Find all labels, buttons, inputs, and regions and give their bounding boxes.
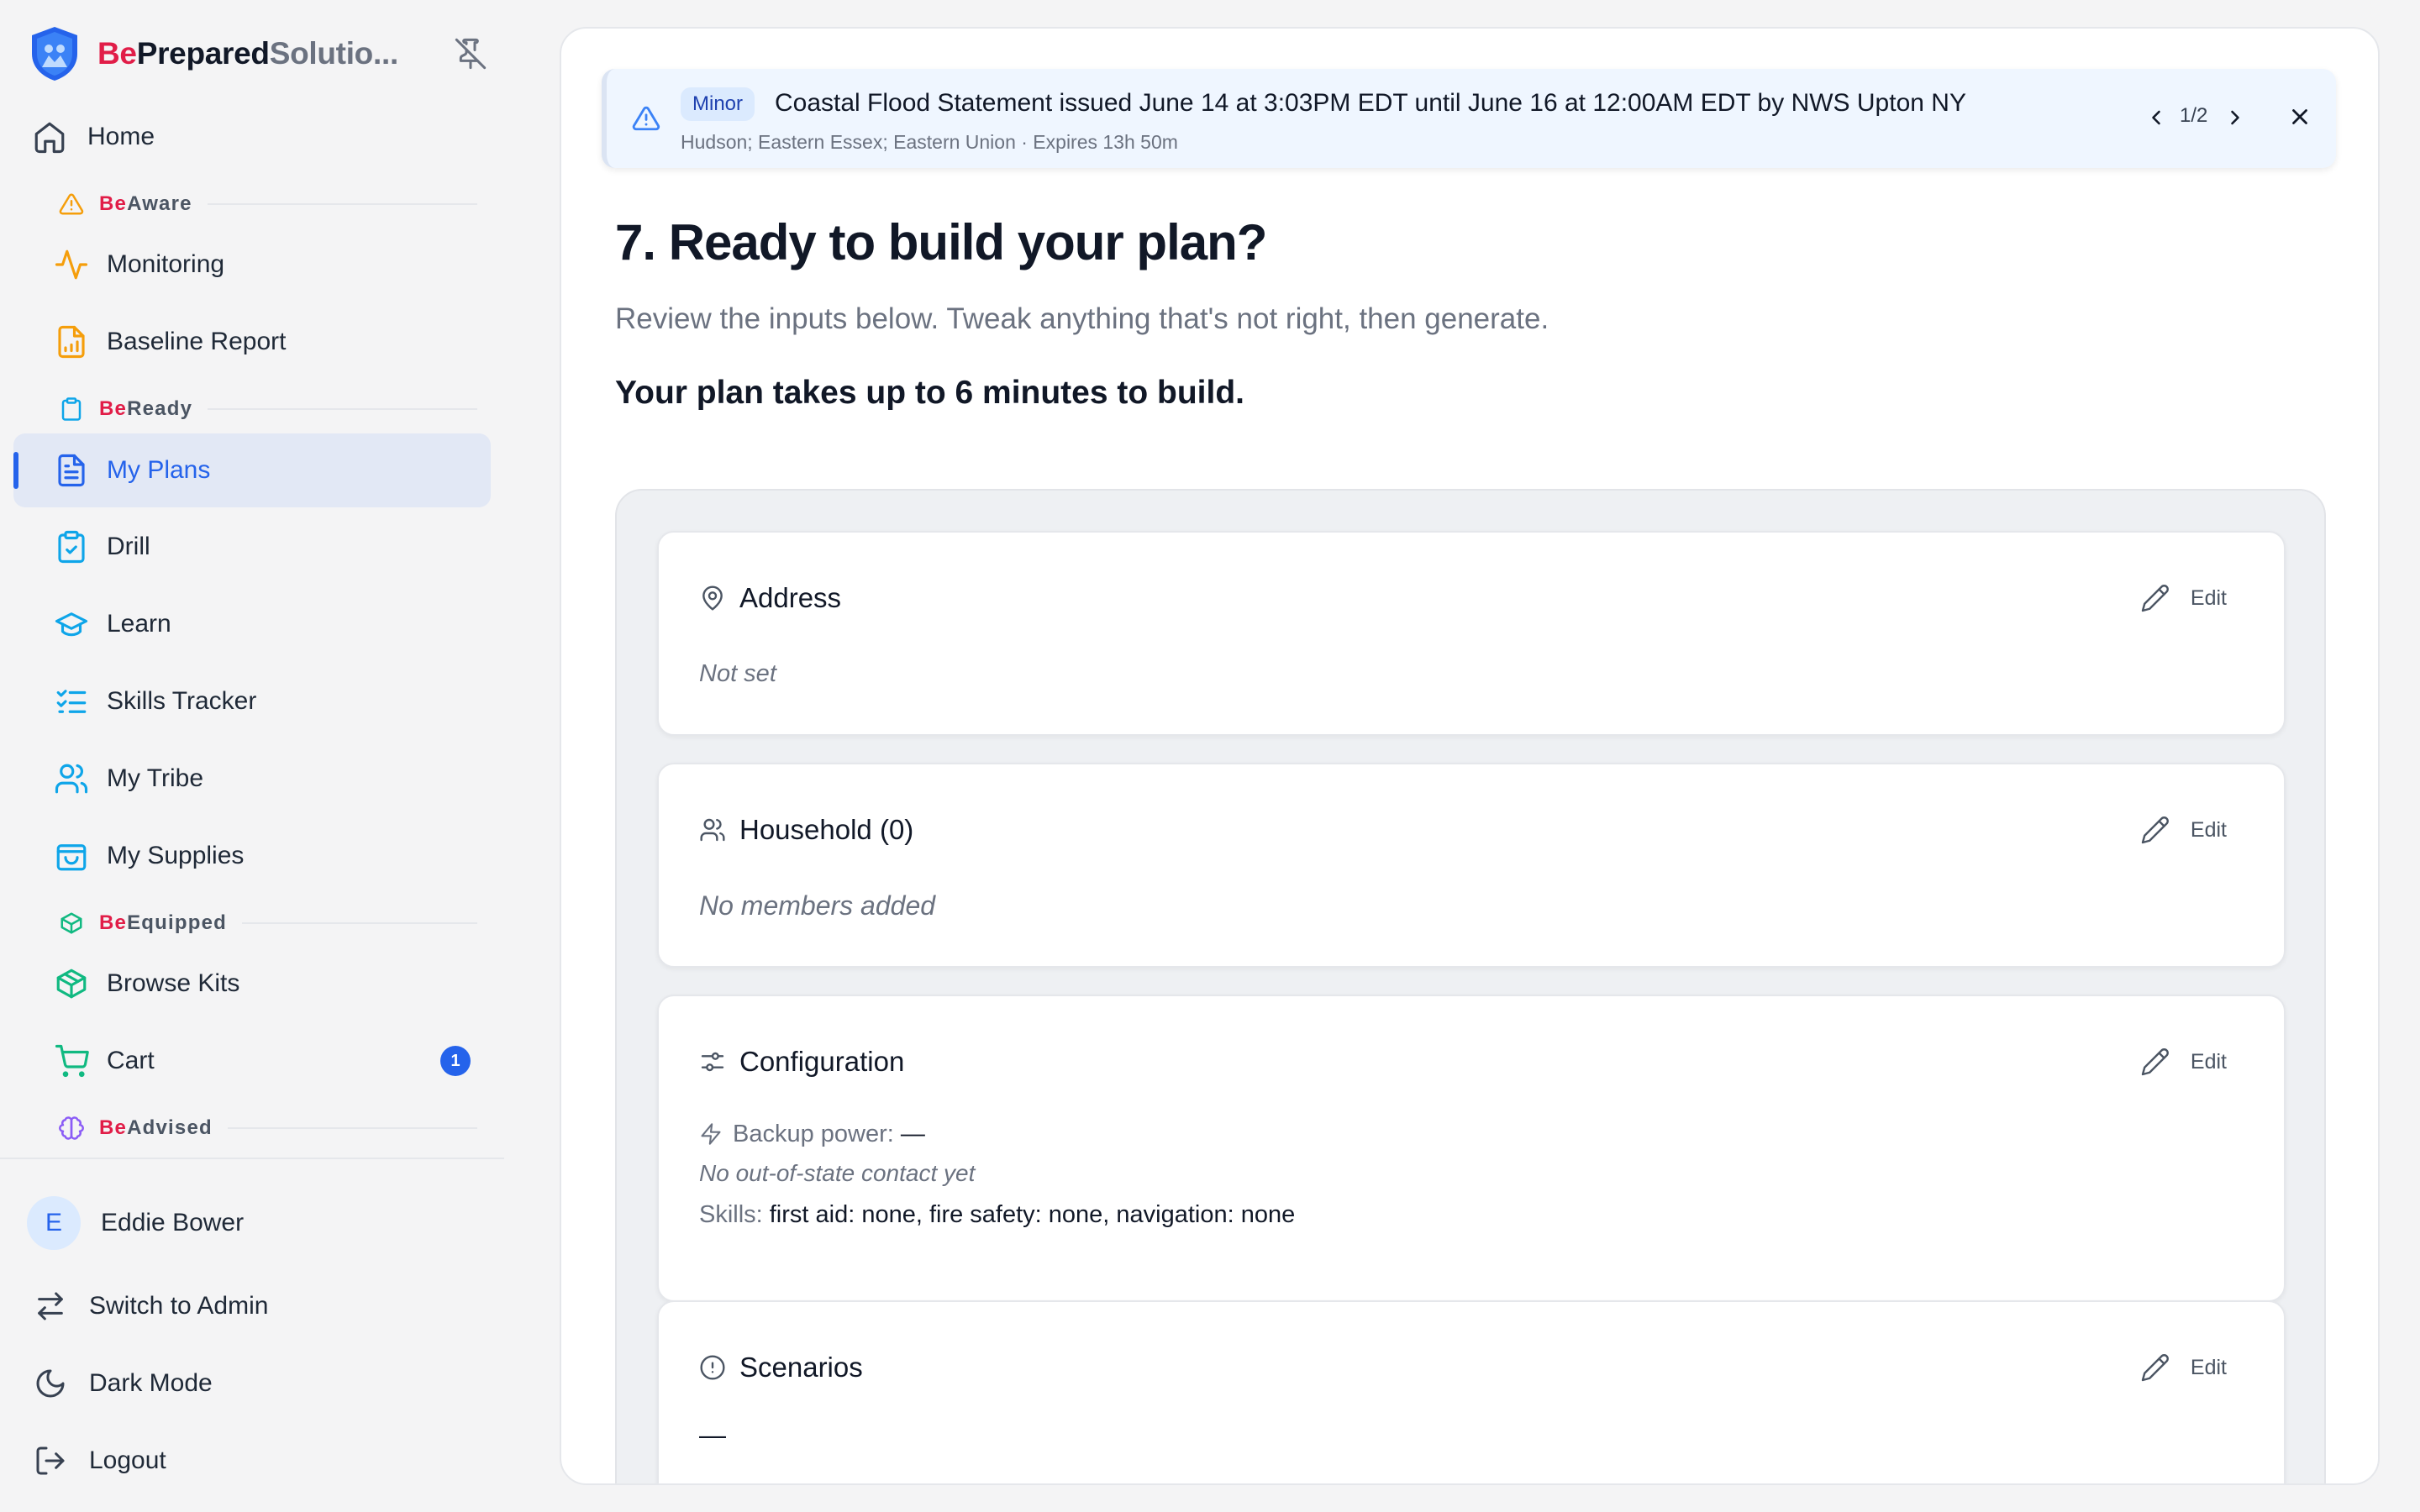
section-header-beequipped: BeEquipped	[59, 911, 477, 936]
sidebar-item-label: Baseline Report	[107, 328, 287, 355]
shopping-cart-icon	[55, 1044, 89, 1078]
document-icon	[58, 454, 85, 487]
pencil-icon	[2141, 816, 2169, 844]
sidebar-item-label: My Plans	[107, 456, 211, 484]
dark-mode-toggle[interactable]: Dark Mode	[34, 1358, 213, 1409]
avatar: E	[27, 1196, 81, 1250]
user-profile[interactable]: E Eddie Bower	[27, 1196, 244, 1250]
package-icon	[56, 969, 87, 999]
weather-alert-banner: Minor Coastal Flood Statement issued Jun…	[602, 69, 2336, 168]
lightning-icon	[701, 1123, 721, 1145]
sidebar-item-cart[interactable]: Cart 1	[13, 1024, 491, 1098]
box-icon	[60, 912, 82, 934]
close-icon[interactable]	[2287, 104, 2312, 129]
alert-pager: 1/2	[2180, 104, 2208, 127]
alert-circle-icon	[700, 1355, 725, 1380]
sidebar-item-label: Drill	[107, 533, 150, 560]
severity-badge: Minor	[681, 87, 755, 121]
sidebar-item-drill[interactable]: Drill	[13, 510, 491, 584]
brand-name: BePreparedSolutio...	[97, 36, 398, 71]
configuration-card: Configuration Edit Backup power: — No ou…	[657, 995, 2286, 1302]
logout-icon	[36, 1446, 65, 1475]
switch-to-admin-button[interactable]: Switch to Admin	[34, 1281, 268, 1331]
sidebar-item-home[interactable]: Home	[13, 100, 491, 174]
arrows-swap-icon	[38, 1292, 63, 1320]
card-title: Scenarios	[739, 1352, 863, 1383]
review-panel: Address Edit Not set Household (0) Edit …	[615, 489, 2326, 1483]
page-title: 7. Ready to build your plan?	[615, 214, 1267, 270]
edit-address-button[interactable]: Edit	[2140, 583, 2227, 613]
section-header-beaware: BeAware	[59, 192, 477, 217]
sidebar-divider	[0, 1158, 504, 1159]
card-title: Address	[739, 582, 842, 613]
sidebar-item-my-plans[interactable]: My Plans	[13, 433, 491, 507]
skills-row: Skills: first aid: none, fire safety: no…	[699, 1200, 1296, 1228]
scenarios-card: Scenarios Edit —	[657, 1300, 2286, 1483]
unpin-icon[interactable]	[454, 37, 487, 71]
shopping-bag-icon	[56, 844, 87, 871]
settings-sliders-icon	[701, 1052, 724, 1072]
sidebar-item-skills-tracker[interactable]: Skills Tracker	[13, 664, 491, 738]
chevron-left-icon[interactable]	[2144, 106, 2168, 129]
pencil-icon	[2141, 1354, 2169, 1382]
build-time-note: Your plan takes up to 6 minutes to build…	[615, 375, 1244, 411]
alert-title: Coastal Flood Statement issued June 14 a…	[775, 89, 1966, 117]
sidebar-item-label: My Supplies	[107, 842, 245, 869]
sidebar-item-browse-kits[interactable]: Browse Kits	[13, 947, 491, 1021]
users-icon	[55, 764, 88, 794]
user-name: Eddie Bower	[101, 1209, 245, 1236]
edit-scenarios-button[interactable]: Edit	[2140, 1352, 2227, 1383]
sidebar-item-label: My Tribe	[107, 764, 204, 792]
users-icon	[700, 818, 725, 842]
card-title: Configuration	[739, 1046, 905, 1077]
brand[interactable]: BePreparedSolutio...	[29, 25, 487, 82]
map-pin-icon	[702, 585, 723, 611]
contact-value: No out-of-state contact yet	[699, 1160, 976, 1186]
shield-logo-icon	[32, 27, 77, 81]
sidebar-item-baseline-report[interactable]: Baseline Report	[13, 305, 491, 379]
scenarios-value: —	[699, 1420, 726, 1450]
logout-button[interactable]: Logout	[34, 1436, 166, 1486]
sidebar-item-my-supplies[interactable]: My Supplies	[13, 819, 491, 893]
address-value: Not set	[699, 660, 776, 687]
moon-icon	[36, 1369, 65, 1398]
graduation-cap-icon	[55, 612, 88, 637]
active-indicator	[13, 452, 18, 489]
household-value: No members added	[699, 890, 936, 921]
pencil-icon	[2141, 585, 2169, 612]
section-header-beready: BeReady	[59, 396, 477, 422]
page-subtitle: Review the inputs below. Tweak anything …	[615, 302, 1549, 335]
brain-icon	[59, 1116, 84, 1140]
edit-configuration-button[interactable]: Edit	[2140, 1047, 2227, 1077]
cart-count-badge: 1	[440, 1046, 471, 1076]
warning-icon	[632, 106, 660, 131]
activity-icon	[55, 249, 88, 280]
address-card: Address Edit Not set	[657, 531, 2286, 736]
sidebar-item-label: Cart	[107, 1047, 155, 1074]
report-chart-icon	[58, 325, 85, 359]
section-header-beadvised: BeAdvised	[59, 1116, 477, 1141]
list-checks-icon	[56, 690, 87, 713]
edit-household-button[interactable]: Edit	[2140, 815, 2227, 845]
sidebar-item-label: Browse Kits	[107, 969, 240, 997]
sidebar-item-label: Monitoring	[107, 250, 225, 278]
backup-power-row: Backup power: —	[699, 1119, 925, 1149]
sidebar-item-learn[interactable]: Learn	[13, 587, 491, 661]
clipboard-check-icon	[58, 530, 85, 564]
sidebar-item-label: Learn	[107, 610, 171, 638]
warning-icon	[59, 193, 84, 215]
card-title: Household (0)	[739, 814, 914, 845]
sidebar-item-my-tribe[interactable]: My Tribe	[13, 742, 491, 816]
sidebar-item-label: Skills Tracker	[107, 687, 257, 715]
household-card: Household (0) Edit No members added	[657, 763, 2286, 968]
clipboard-icon	[61, 397, 82, 421]
chevron-right-icon[interactable]	[2223, 106, 2247, 129]
main-content: Minor Coastal Flood Statement issued Jun…	[560, 27, 2380, 1485]
sidebar-item-monitoring[interactable]: Monitoring	[13, 228, 491, 302]
pencil-icon	[2141, 1048, 2169, 1076]
sidebar: BePreparedSolutio... Home BeAware Monito…	[0, 0, 504, 1512]
sidebar-item-label: Home	[87, 123, 155, 150]
home-icon	[34, 122, 65, 154]
alert-subtitle: Hudson; Eastern Essex; Eastern Union · E…	[681, 131, 1178, 153]
